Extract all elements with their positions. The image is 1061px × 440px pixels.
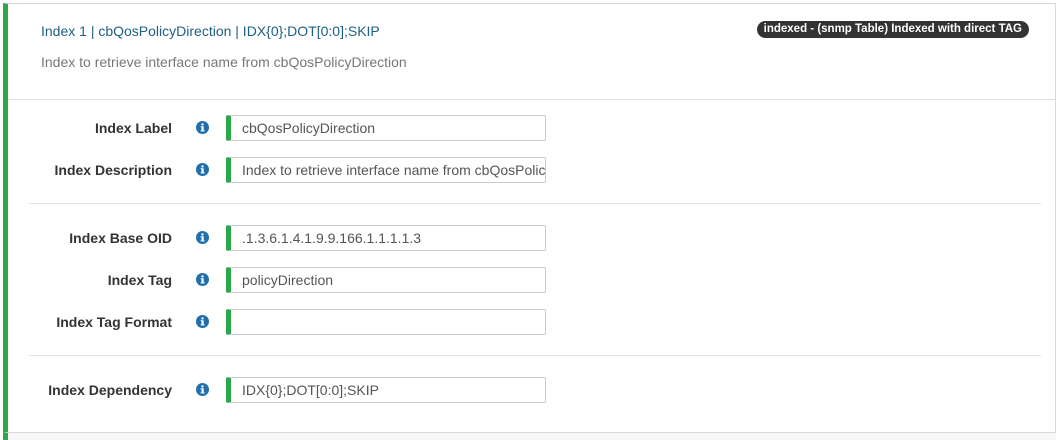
info-circle-icon[interactable] xyxy=(196,383,209,396)
index-tag-format-input[interactable] xyxy=(226,309,546,335)
info-circle-icon[interactable] xyxy=(196,163,209,176)
panel-heading: Index 1 | cbQosPolicyDirection | IDX{0};… xyxy=(8,4,1055,100)
section-divider xyxy=(29,203,1041,204)
index-label-input[interactable] xyxy=(226,115,546,141)
panel-subtitle: Index to retrieve interface name from cb… xyxy=(41,54,407,70)
index-type-badge: indexed - (snmp Table) Indexed with dire… xyxy=(756,21,1029,38)
index-tag-format-row: Index Tag Format xyxy=(8,309,568,335)
info-circle-icon[interactable] xyxy=(196,231,209,244)
index-dependency-label: Index Dependency xyxy=(48,382,172,398)
panel-title: Index 1 | cbQosPolicyDirection | IDX{0};… xyxy=(41,23,380,39)
next-panel-edge xyxy=(3,433,1056,440)
index-base-oid-label: Index Base OID xyxy=(69,230,172,246)
index-tag-row: Index Tag xyxy=(8,267,568,293)
index-dependency-row: Index Dependency xyxy=(8,377,568,403)
index-panel: Index 1 | cbQosPolicyDirection | IDX{0};… xyxy=(3,3,1056,433)
index-description-row: Index Description xyxy=(8,157,568,183)
index-base-oid-row: Index Base OID xyxy=(8,225,568,251)
index-description-input[interactable] xyxy=(226,157,546,183)
index-tag-format-label: Index Tag Format xyxy=(56,314,172,330)
index-tag-label: Index Tag xyxy=(107,272,172,288)
index-tag-input[interactable] xyxy=(226,267,546,293)
index-dependency-input[interactable] xyxy=(226,377,546,403)
info-circle-icon[interactable] xyxy=(196,121,209,134)
section-divider xyxy=(29,355,1041,356)
index-label-label: Index Label xyxy=(94,120,172,136)
index-base-oid-input[interactable] xyxy=(226,225,546,251)
info-circle-icon[interactable] xyxy=(196,273,209,286)
index-description-label: Index Description xyxy=(54,162,172,178)
info-circle-icon[interactable] xyxy=(196,315,209,328)
index-label-row: Index Label xyxy=(8,115,568,141)
